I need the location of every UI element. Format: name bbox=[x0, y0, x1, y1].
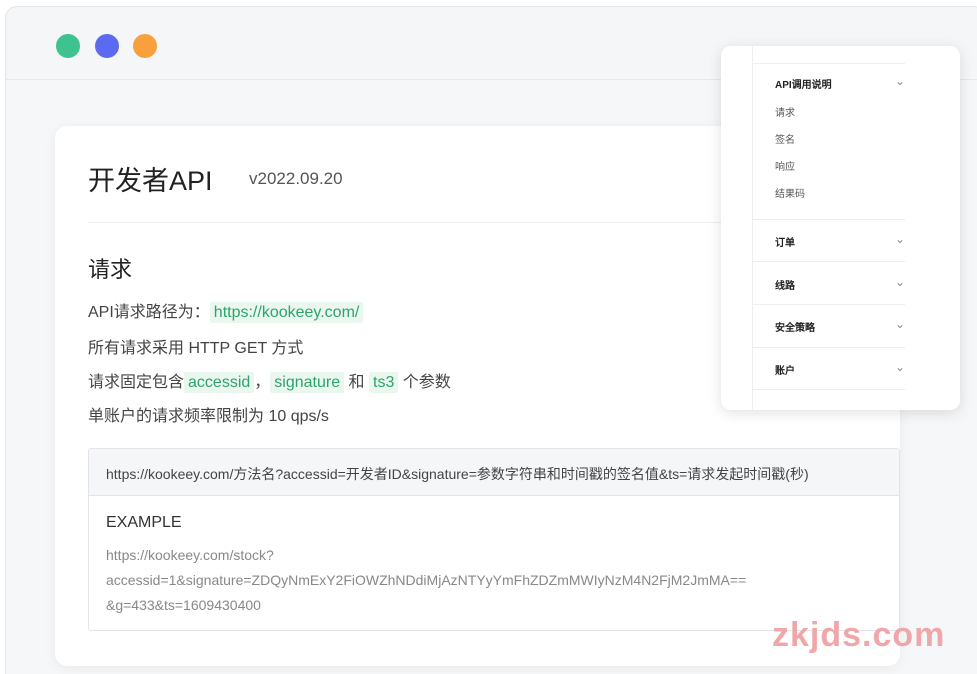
nav-group-api-usage: API调用说明 ⌄ 请求 签名 响应 结果码 bbox=[775, 74, 905, 214]
nav-head-label: API调用说明 bbox=[775, 80, 832, 91]
params-prefix: 请求固定包含 bbox=[88, 374, 185, 391]
section-title-request: 请求 bbox=[88, 257, 133, 282]
http-method-line: 所有请求采用 HTTP GET 方式 bbox=[88, 340, 304, 357]
params-and: 和 bbox=[344, 374, 370, 391]
nav-head-api-usage[interactable]: API调用说明 ⌄ bbox=[775, 74, 905, 96]
example-title: EXAMPLE bbox=[106, 514, 182, 531]
code-example-box: https://kookeey.com/方法名?accessid=开发者ID&s… bbox=[88, 448, 900, 631]
nav-group-routes: 线路 ⌄ bbox=[775, 275, 905, 297]
nav-divider bbox=[753, 219, 905, 220]
nav-item-request[interactable]: 请求 bbox=[775, 106, 905, 133]
request-path-line: API请求路径为： https://kookeey.com/ bbox=[88, 298, 364, 323]
nav-head-security[interactable]: 安全策略 ⌄ bbox=[775, 317, 905, 339]
nav-group-account: 账户 ⌄ bbox=[775, 360, 905, 382]
watermark-logo: zkjds.com bbox=[772, 616, 946, 654]
nav-group-orders: 订单 ⌄ bbox=[775, 232, 905, 254]
nav-head-orders[interactable]: 订单 ⌄ bbox=[775, 232, 905, 254]
example-line: https://kookeey.com/stock? bbox=[106, 547, 274, 563]
nav-group-security: 安全策略 ⌄ bbox=[775, 317, 905, 339]
code-url-template: https://kookeey.com/方法名?accessid=开发者ID&s… bbox=[89, 449, 899, 496]
nav-divider bbox=[753, 261, 905, 262]
nav-item-response[interactable]: 响应 bbox=[775, 160, 905, 187]
minimize-dot-button[interactable] bbox=[95, 34, 119, 58]
params-separator: ， bbox=[254, 374, 271, 391]
nav-head-account[interactable]: 账户 ⌄ bbox=[775, 360, 905, 382]
nav-head-label: 订单 bbox=[775, 238, 795, 249]
example-line: &g=433&ts=1609430400 bbox=[106, 597, 261, 613]
nav-head-label: 安全策略 bbox=[775, 323, 815, 334]
chevron-down-icon: ⌄ bbox=[894, 360, 905, 374]
page-title: 开发者API bbox=[88, 166, 213, 196]
request-path-label: API请求路径为： bbox=[88, 304, 210, 321]
nav-item-signature[interactable]: 签名 bbox=[775, 133, 905, 160]
chevron-down-icon: ⌄ bbox=[894, 317, 905, 331]
example-line: accessid=1&signature=ZDQyNmExY2FiOWZhNDd… bbox=[106, 572, 747, 588]
close-dot-button[interactable] bbox=[56, 34, 80, 58]
doc-nav-panel: API调用说明 ⌄ 请求 签名 响应 结果码 订单 ⌄ 线路 ⌄ 安全策略 ⌄ … bbox=[721, 46, 960, 410]
nav-divider bbox=[753, 63, 905, 64]
version-label: v2022.09.20 bbox=[249, 169, 343, 188]
nav-head-label: 线路 bbox=[775, 281, 795, 292]
nav-head-label: 账户 bbox=[775, 366, 795, 377]
chevron-down-icon: ⌄ bbox=[894, 74, 905, 88]
param-ts: ts3 bbox=[369, 372, 399, 393]
nav-divider bbox=[753, 389, 905, 390]
params-suffix: 个参数 bbox=[398, 374, 451, 391]
param-accessid: accessid bbox=[184, 372, 255, 393]
nav-divider bbox=[753, 304, 905, 305]
request-path-link[interactable]: https://kookeey.com/ bbox=[209, 302, 364, 323]
chevron-down-icon: ⌄ bbox=[894, 232, 905, 246]
nav-divider bbox=[753, 347, 905, 348]
required-params-line: 请求固定包含 accessid， signature 和 ts3 个参数 bbox=[88, 368, 451, 393]
maximize-dot-button[interactable] bbox=[133, 34, 157, 58]
nav-rail bbox=[752, 46, 753, 410]
param-signature: signature bbox=[270, 372, 345, 393]
nav-item-result-code[interactable]: 结果码 bbox=[775, 187, 905, 214]
nav-head-routes[interactable]: 线路 ⌄ bbox=[775, 275, 905, 297]
chevron-down-icon: ⌄ bbox=[894, 275, 905, 289]
rate-limit-line: 单账户的请求频率限制为 10 qps/s bbox=[88, 408, 329, 425]
